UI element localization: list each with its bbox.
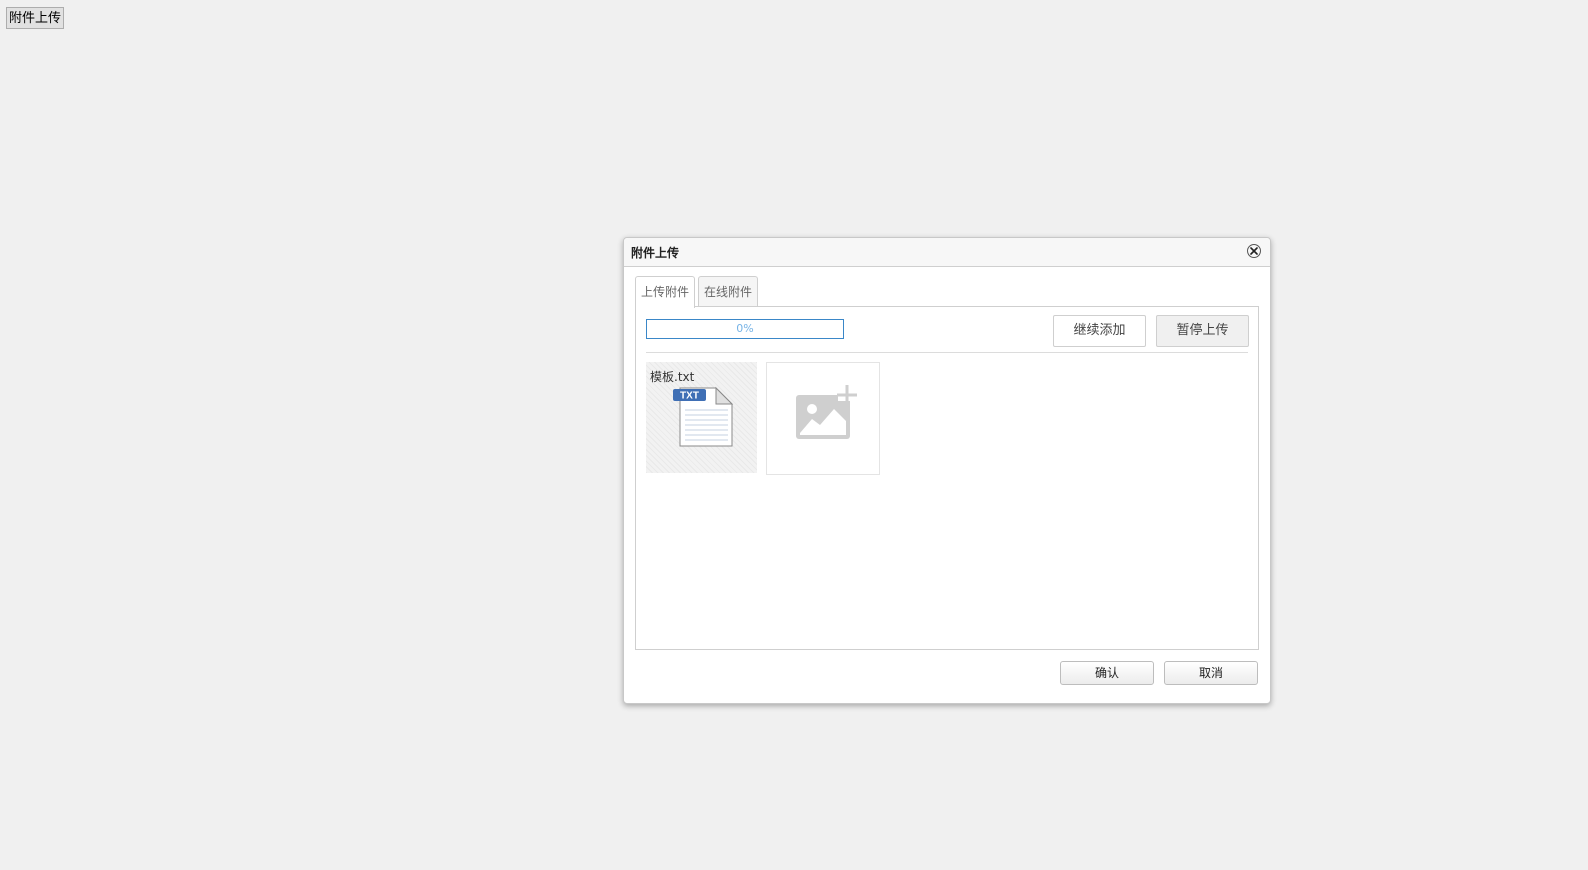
divider [646,352,1248,353]
tab-upload-attachment[interactable]: 上传附件 [635,276,696,308]
continue-add-button[interactable]: 继续添加 [1053,315,1146,347]
page: 附件上传 附件上传 上传附件 在线附件 0% 继续添加 暂停上传 模板.txt [0,0,1588,870]
file-item[interactable]: 模板.txt TXT [646,362,757,473]
add-file-tile[interactable] [766,362,880,475]
add-image-icon [796,385,857,439]
upload-panel: 0% 继续添加 暂停上传 模板.txt TXT [635,306,1259,650]
txt-badge: TXT [680,391,699,402]
pause-upload-button[interactable]: 暂停上传 [1156,315,1249,347]
dialog-title: 附件上传 [631,246,680,260]
dialog-title-bar: 附件上传 [624,238,1270,267]
close-icon[interactable] [1247,244,1261,258]
txt-file-icon: TXT [673,386,734,447]
file-name: 模板.txt [650,370,695,384]
open-upload-dialog-button[interactable]: 附件上传 [6,7,65,29]
upload-dialog: 附件上传 上传附件 在线附件 0% 继续添加 暂停上传 模板.txt TXT 确… [623,237,1271,704]
cancel-button[interactable]: 取消 [1164,661,1258,685]
upload-progress-bar: 0% [646,319,844,339]
confirm-button[interactable]: 确认 [1060,661,1154,685]
tab-online-attachment[interactable]: 在线附件 [698,276,759,307]
